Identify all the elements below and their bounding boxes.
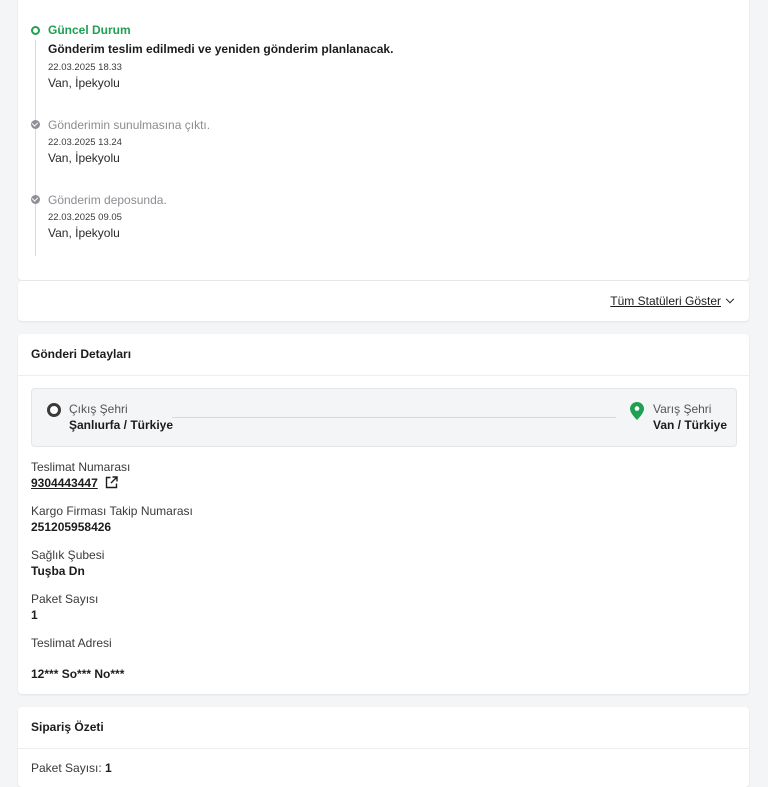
destination-label: Varış Şehri (653, 402, 712, 416)
show-all-card: Tüm Statüleri Göster (18, 281, 749, 321)
tracking-number-label: Kargo Firması Takip Numarası (31, 504, 193, 518)
current-status-title: Güncel Durum (48, 23, 131, 37)
route-line (172, 417, 616, 418)
timeline-line (35, 40, 36, 256)
summary-header: Sipariş Özeti (18, 707, 749, 749)
origin-ring-icon (47, 403, 61, 417)
tracking-number-value: 251205958426 (31, 520, 112, 534)
delivery-number-label: Teslimat Numarası (31, 460, 131, 474)
summary-package-count-value: 1 (105, 761, 112, 775)
summary-package-count-label: Paket Sayısı: (31, 761, 102, 775)
chevron-down-icon (725, 294, 735, 304)
location-pin-icon (630, 402, 644, 420)
status-timeline-card: Güncel Durum Gönderim teslim edilmedi ve… (18, 0, 749, 280)
current-status-time: 22.03.2025 18.33 (48, 62, 122, 73)
summary-package-count: Paket Sayısı: 1 (31, 761, 112, 775)
delivery-number-link[interactable]: 9304443447 (31, 476, 98, 490)
branch-label: Sağlık Şubesi (31, 548, 105, 562)
check-circle-icon (31, 195, 40, 204)
delivery-address-label: Teslimat Adresi (31, 636, 112, 650)
timeline-item-location: Van, İpekyolu (48, 226, 120, 240)
current-status-message: Gönderim teslim edilmedi ve yeniden gönd… (48, 42, 394, 56)
order-summary-card: Sipariş Özeti Paket Sayısı: 1 (18, 707, 749, 787)
timeline-item-location: Van, İpekyolu (48, 151, 120, 165)
timeline-item-title: Gönderim deposunda. (48, 193, 167, 207)
destination-value: Van / Türkiye (653, 418, 728, 432)
delivery-number-row: 9304443447 (18, 476, 218, 492)
current-status-location: Van, İpekyolu (48, 76, 120, 90)
package-count-label: Paket Sayısı (31, 592, 99, 606)
show-all-label: Tüm Statüleri Göster (610, 294, 721, 308)
branch-value: Tuşba Dn (31, 564, 85, 578)
timeline-item-title: Gönderimin sunulmasına çıktı. (48, 118, 211, 132)
check-circle-icon (31, 120, 40, 129)
timeline-item-time: 22.03.2025 09.05 (48, 212, 122, 223)
external-link-icon[interactable] (105, 476, 118, 489)
route-box: Çıkış Şehri Şanlıurfa / Türkiye Varış Şe… (31, 388, 737, 447)
details-header: Gönderi Detayları (18, 334, 749, 376)
origin-label: Çıkış Şehri (69, 402, 128, 416)
origin-value: Şanlıurfa / Türkiye (69, 418, 174, 432)
package-count-value: 1 (31, 608, 38, 622)
delivery-address-value: 12*** So*** No*** (31, 667, 125, 681)
current-status-dot-icon (31, 26, 40, 35)
show-all-statuses-link[interactable]: Tüm Statüleri Göster (610, 294, 735, 308)
shipment-details-card: Gönderi Detayları Çıkış Şehri Şanlıurfa … (18, 334, 749, 694)
timeline-item-time: 22.03.2025 13.24 (48, 137, 122, 148)
